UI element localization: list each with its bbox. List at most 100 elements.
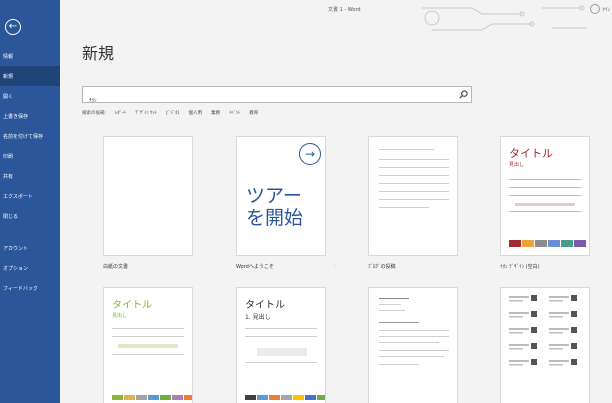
- backstage-nav: 情報 新規 開く 上書き保存 名前を付けて保存 印刷 共有 エクスポート 閉じる…: [0, 46, 60, 298]
- swatch: [124, 395, 135, 400]
- template-title-text: タイトル: [112, 300, 152, 311]
- text-line: [379, 304, 401, 305]
- template-blog-post[interactable]: ﾌﾞﾛｸﾞの投稿: [368, 136, 458, 270]
- text-line: [379, 207, 429, 208]
- text-line: [379, 310, 405, 311]
- swatch: [257, 395, 268, 400]
- template-label: ﾌﾞﾛｸﾞの投稿: [368, 264, 396, 270]
- text-line: [379, 298, 409, 299]
- suggested-label: 検索の候補:: [82, 111, 107, 116]
- swatch: [184, 395, 192, 400]
- template-thumbnail: タイトル 見出し: [103, 287, 193, 403]
- nav-item-save-as[interactable]: 名前を付けて保存: [0, 126, 60, 146]
- template-label: Wordへようこそ ᵎ: [236, 264, 335, 270]
- swatch: [160, 395, 171, 400]
- nav-item-export[interactable]: エクスポート: [0, 186, 60, 206]
- swatch: [509, 240, 521, 247]
- text-line: [245, 336, 317, 337]
- template-subtitle-text: 見出し: [112, 313, 128, 319]
- avatar: [590, 4, 601, 14]
- template-search: [82, 86, 472, 108]
- suggested-link-business[interactable]: ﾋﾞｼﾞﾈｽ: [166, 110, 180, 116]
- text-line: [112, 354, 184, 355]
- color-swatches: [509, 240, 586, 247]
- template-subtitle-text: 見出し: [509, 162, 525, 168]
- template-label: 白紙の文書: [103, 264, 129, 270]
- backstage-sidebar: ← 情報 新規 開く 上書き保存 名前を付けて保存 印刷 共有 エクスポート 閉…: [0, 0, 60, 403]
- template-blank-document[interactable]: 白紙の文書: [103, 136, 193, 270]
- template-letter[interactable]: [368, 287, 458, 403]
- text-line: [245, 328, 317, 329]
- page-title: 新規: [82, 44, 115, 63]
- window-title: 文書 1 - Word: [328, 7, 361, 13]
- text-line: [112, 336, 184, 337]
- template-thumbnail: [500, 287, 590, 403]
- swatch: [293, 395, 304, 400]
- text-line: [379, 167, 449, 168]
- search-input[interactable]: [83, 93, 453, 108]
- color-swatches: [112, 395, 192, 400]
- text-line: [379, 356, 444, 357]
- nav-item-account[interactable]: アカウント: [0, 238, 60, 258]
- swatch: [305, 395, 316, 400]
- search-button[interactable]: [455, 87, 471, 102]
- nav-item-save[interactable]: 上書き保存: [0, 106, 60, 126]
- nav-item-info[interactable]: 情報: [0, 46, 60, 66]
- text-line: [379, 183, 449, 184]
- template-labels[interactable]: [500, 287, 590, 403]
- text-line: [515, 203, 575, 206]
- nav-item-close[interactable]: 閉じる: [0, 206, 60, 226]
- suggested-searches: 検索の候補: ﾚﾎﾟｰﾄ ﾃﾞｻﾞｲﾝ ｾｯﾄ ﾋﾞｼﾞﾈｽ 個人用 業務 ｲﾍ…: [82, 110, 258, 116]
- suggested-link-report[interactable]: ﾚﾎﾟｰﾄ: [115, 110, 126, 116]
- text-line: [509, 187, 581, 188]
- text-line: [379, 364, 419, 365]
- tour-text: ツアー を開始: [246, 185, 304, 229]
- text-line: [379, 149, 434, 150]
- text-line: [257, 348, 307, 356]
- template-thumbnail: → ツアー を開始: [236, 136, 326, 256]
- text-line: [379, 175, 449, 176]
- nav-item-print[interactable]: 印刷: [0, 146, 60, 166]
- text-line: [509, 179, 581, 180]
- nav-item-options[interactable]: オプション: [0, 258, 60, 278]
- nav-item-share[interactable]: 共有: [0, 166, 60, 186]
- title-bar: 文書 1 - Word ｹｲﾝ: [60, 0, 612, 31]
- nav-item-feedback[interactable]: フィードバック: [0, 278, 60, 298]
- swatch: [172, 395, 183, 400]
- text-line: [379, 322, 419, 323]
- arrow-right-circle-icon: →: [299, 143, 321, 165]
- color-swatches: [245, 395, 325, 400]
- template-title-text: タイトル: [245, 300, 285, 311]
- swatch: [548, 240, 560, 247]
- template-facet-design[interactable]: タイトル 見出し: [103, 287, 193, 403]
- text-line: [379, 159, 449, 160]
- text-line: [379, 199, 449, 200]
- template-thumbnail: タイトル 1. 見出し: [236, 287, 326, 403]
- back-button[interactable]: ←: [5, 19, 21, 35]
- text-line: [112, 328, 184, 329]
- template-title-text: タイトル: [509, 147, 553, 160]
- template-thumbnail: タイトル 見出し: [500, 136, 590, 256]
- nav-gap: [0, 226, 60, 238]
- suggested-link-event[interactable]: ｲﾍﾞﾝﾄ: [229, 110, 240, 116]
- suggested-link-design-set[interactable]: ﾃﾞｻﾞｲﾝ ｾｯﾄ: [135, 110, 157, 116]
- suggested-link-industry[interactable]: 業務: [211, 110, 220, 116]
- suggested-link-education[interactable]: 教育: [249, 110, 258, 116]
- swatch: [136, 395, 147, 400]
- pin-icon[interactable]: ᵎ: [334, 264, 335, 270]
- template-title-heading[interactable]: タイトル 1. 見出し: [236, 287, 326, 403]
- swatch: [561, 240, 573, 247]
- template-subtitle-text: 1. 見出し: [245, 314, 271, 321]
- template-welcome-tour[interactable]: → ツアー を開始 Wordへようこそ ᵎ: [236, 136, 335, 270]
- template-thumbnail: [368, 287, 458, 403]
- nav-item-open[interactable]: 開く: [0, 86, 60, 106]
- swatch: [522, 240, 534, 247]
- template-ion-design[interactable]: タイトル 見出し ｲｵﾝ ﾃﾞｻﾞｲﾝ (空白): [500, 136, 590, 270]
- suggested-link-personal[interactable]: 個人用: [188, 110, 202, 116]
- user-account[interactable]: ｹｲﾝ: [590, 4, 610, 14]
- nav-item-new[interactable]: 新規: [0, 66, 60, 86]
- swatch: [245, 395, 256, 400]
- text-line: [379, 350, 449, 351]
- swatch: [535, 240, 547, 247]
- swatch: [112, 395, 123, 400]
